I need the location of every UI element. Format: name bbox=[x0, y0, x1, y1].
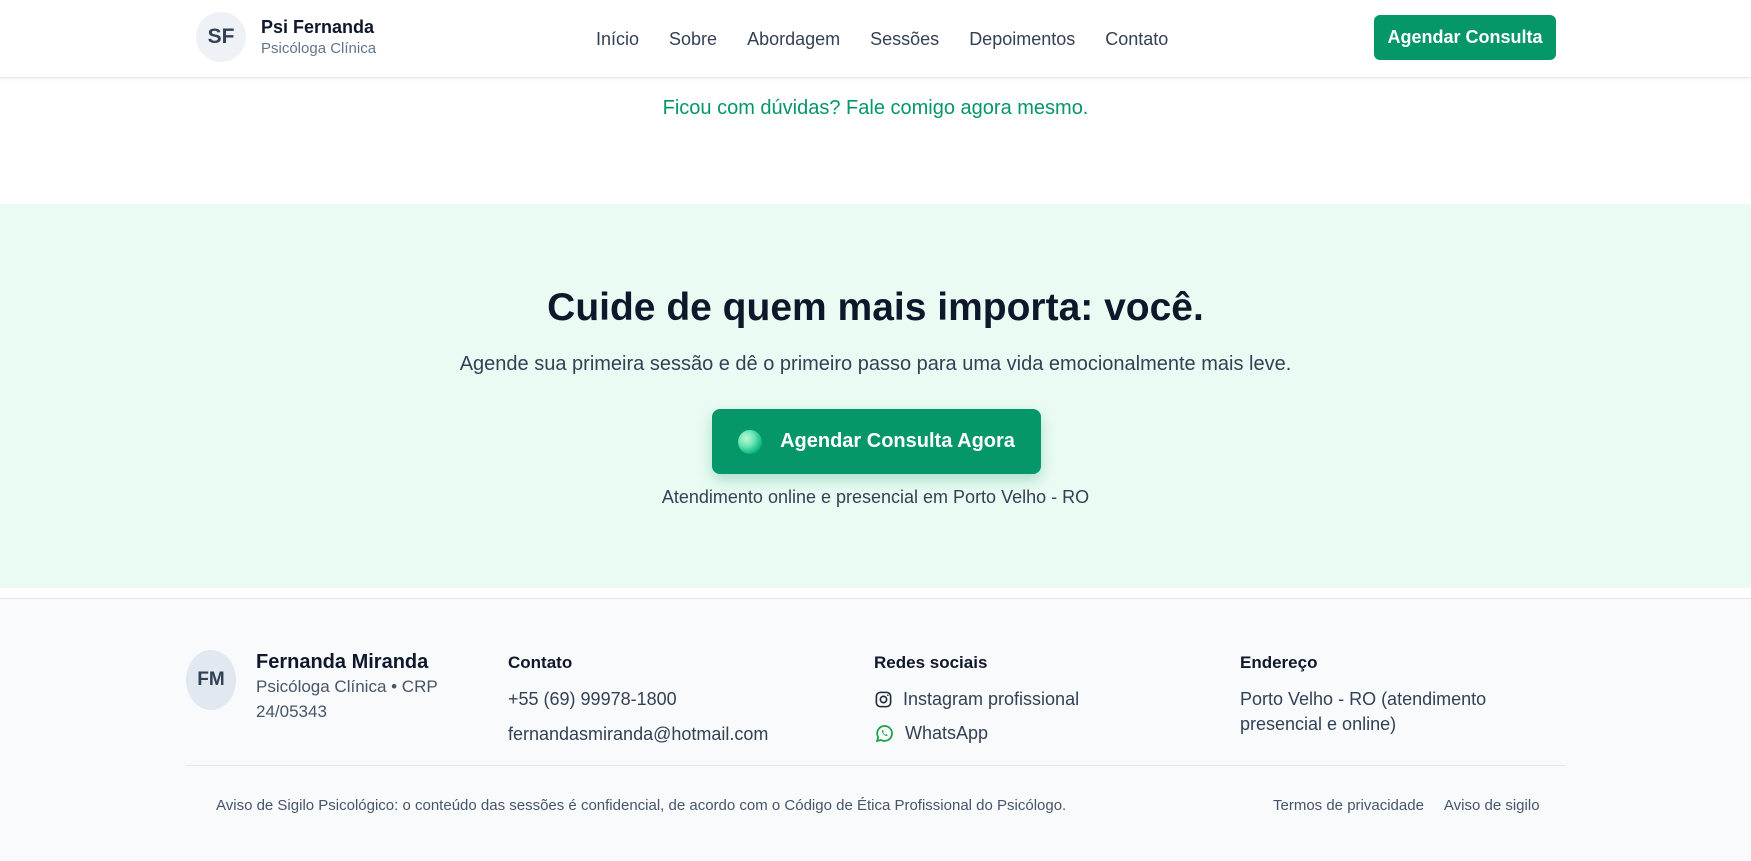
footer-contact-column: Contato +55 (69) 99978-1800 fernandasmir… bbox=[508, 652, 768, 757]
cta-title: Cuide de quem mais importa: você. bbox=[547, 286, 1204, 329]
footer-address-column: Endereço Porto Velho - RO (atendimento p… bbox=[1240, 652, 1570, 737]
contact-question-link[interactable]: Ficou com dúvidas? Fale comigo agora mes… bbox=[0, 97, 1751, 120]
cta-note: Atendimento online e presencial em Porto… bbox=[661, 487, 1090, 507]
site-footer: FM Fernanda Miranda Psicóloga Clínica • … bbox=[0, 598, 1751, 861]
cta-section: Cuide de quem mais importa: você. Agende… bbox=[0, 204, 1751, 588]
footer-address-heading: Endereço bbox=[1240, 653, 1318, 672]
cta-subtitle: Agende sua primeira sessão e dê o primei… bbox=[459, 353, 1292, 375]
footer-contact-heading: Contato bbox=[508, 653, 573, 672]
sphere-icon bbox=[738, 429, 763, 454]
main-nav: Início Sobre Abordagem Sessões Depoiment… bbox=[596, 27, 1198, 51]
instagram-icon bbox=[875, 691, 892, 707]
footer-address: Porto Velho - RO (atendimento presencial… bbox=[1240, 689, 1487, 734]
brand[interactable]: SF Psi Fernanda Psicóloga Clínica bbox=[196, 12, 376, 62]
brand-avatar: SF bbox=[196, 12, 246, 62]
schedule-now-label: Agendar Consulta Agora bbox=[780, 430, 1015, 452]
nav-link-depoimentos[interactable]: Depoimentos bbox=[969, 27, 1075, 51]
brand-subtitle: Psicóloga Clínica bbox=[261, 40, 377, 57]
header-schedule-button[interactable]: Agendar Consulta bbox=[1374, 15, 1556, 60]
footer-description: Psicóloga Clínica • CRP 24/05343 bbox=[256, 677, 438, 721]
whatsapp-icon bbox=[875, 724, 893, 742]
footer-divider bbox=[186, 765, 1566, 766]
footer-brand-text: Fernanda Miranda Psicóloga Clínica • CRP… bbox=[256, 650, 461, 724]
footer-avatar: FM bbox=[186, 650, 236, 710]
brand-text: Psi Fernanda Psicóloga Clínica bbox=[261, 16, 376, 58]
footer-social-heading: Redes sociais bbox=[874, 653, 988, 672]
brand-name: Psi Fernanda bbox=[261, 17, 375, 37]
nav-link-sessoes[interactable]: Sessões bbox=[870, 27, 939, 51]
instagram-link[interactable]: Instagram profissional bbox=[874, 687, 1079, 711]
footer-brand: FM Fernanda Miranda Psicóloga Clínica • … bbox=[186, 650, 461, 724]
whatsapp-label: WhatsApp bbox=[905, 723, 989, 743]
nav-link-abordagem[interactable]: Abordagem bbox=[747, 27, 840, 51]
privacy-terms-link[interactable]: Termos de privacidade bbox=[1273, 797, 1424, 814]
whatsapp-link[interactable]: WhatsApp bbox=[874, 721, 1079, 745]
schedule-now-button[interactable]: Agendar Consulta Agora bbox=[712, 409, 1041, 474]
footer-social-column: Redes sociais Instagram profissional Wha… bbox=[874, 652, 1079, 755]
nav-link-contato[interactable]: Contato bbox=[1105, 27, 1168, 51]
confidentiality-notice-link[interactable]: Aviso de sigilo bbox=[1444, 797, 1540, 814]
footer-links: Termos de privacidade Aviso de sigilo bbox=[1273, 797, 1560, 814]
confidentiality-notice: Aviso de Sigilo Psicológico: o conteúdo … bbox=[216, 797, 1067, 814]
footer-phone[interactable]: +55 (69) 99978-1800 bbox=[508, 687, 768, 711]
site-header: SF Psi Fernanda Psicóloga Clínica Início… bbox=[0, 0, 1751, 78]
footer-name: Fernanda Miranda bbox=[256, 651, 429, 673]
footer-email[interactable]: fernandasmiranda@hotmail.com bbox=[508, 722, 768, 746]
nav-link-sobre[interactable]: Sobre bbox=[669, 27, 717, 51]
instagram-label: Instagram profissional bbox=[903, 689, 1080, 709]
nav-link-inicio[interactable]: Início bbox=[596, 27, 639, 51]
